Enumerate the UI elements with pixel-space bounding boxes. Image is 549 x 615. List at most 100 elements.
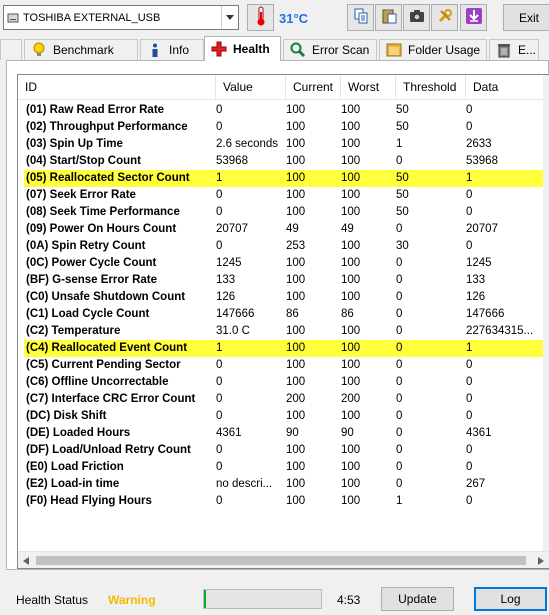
value-cell: 31.0 C <box>216 325 250 337</box>
worst-cell: 100 <box>341 478 361 490</box>
copy-button[interactable] <box>347 4 374 31</box>
tab-health[interactable]: Health <box>204 36 281 61</box>
attribute-id-cell: (C0) Unsafe Shutdown Count <box>26 291 186 303</box>
timer-readout: 4:53 <box>337 593 361 607</box>
threshold-cell: 0 <box>396 325 403 337</box>
value-cell: 126 <box>216 291 236 303</box>
table-row[interactable]: (BF) G-sense Error Rate 133 100 100 0 133 <box>24 272 549 289</box>
value-cell: 0 <box>216 461 223 473</box>
current-cell: 100 <box>286 155 306 167</box>
table-row[interactable]: (07) Seek Error Rate 0 100 100 50 0 <box>24 187 549 204</box>
attribute-id-cell: (01) Raw Read Error Rate <box>26 104 165 116</box>
tools-button[interactable] <box>431 4 458 31</box>
current-cell: 100 <box>286 342 306 354</box>
update-button[interactable]: Update <box>381 587 454 611</box>
horizontal-scrollbar[interactable] <box>18 551 549 568</box>
current-cell: 100 <box>286 325 306 337</box>
worst-cell: 200 <box>341 393 361 405</box>
current-cell: 100 <box>286 206 306 218</box>
info-icon <box>147 42 163 58</box>
table-row[interactable]: (E2) Load-in time no descri... 100 100 0 267 <box>24 476 549 493</box>
threshold-cell: 0 <box>396 427 403 439</box>
worst-cell: 49 <box>341 223 354 235</box>
data-cell: 4361 <box>466 427 492 439</box>
progress-bar <box>203 589 322 609</box>
value-cell: 0 <box>216 240 223 252</box>
tab-scroll-left[interactable] <box>0 39 22 60</box>
table-row[interactable]: (E0) Load Friction 0 100 100 0 0 <box>24 459 549 476</box>
table-row[interactable]: (05) Reallocated Sector Count 1 100 100 50 1 <box>24 170 549 187</box>
table-row[interactable]: (04) Start/Stop Count 53968 100 100 0 53968 <box>24 153 549 170</box>
scrollbar-thumb[interactable] <box>36 556 526 565</box>
table-row[interactable]: (C2) Temperature 31.0 C 100 100 0 227634315..… <box>24 323 549 340</box>
table-row[interactable]: (DE) Loaded Hours 4361 90 90 0 4361 <box>24 425 549 442</box>
data-cell: 0 <box>466 410 473 422</box>
value-cell: 0 <box>216 444 223 456</box>
tab-label: Info <box>169 43 190 57</box>
tab-erase[interactable]: E... <box>489 39 539 60</box>
thermometer-button[interactable] <box>247 4 274 31</box>
attribute-id-cell: (07) Seek Error Rate <box>26 189 136 201</box>
health-cross-icon <box>211 41 227 57</box>
scroll-left-icon[interactable] <box>20 555 32 566</box>
current-cell: 200 <box>286 393 306 405</box>
exit-button[interactable]: Exit <box>503 4 549 31</box>
data-cell: 0 <box>466 495 473 507</box>
tab-benchmark[interactable]: Benchmark <box>24 39 138 60</box>
table-row[interactable]: (02) Throughput Performance 0 100 100 50 0 <box>24 119 549 136</box>
worst-cell: 100 <box>341 461 361 473</box>
vertical-scrollbar[interactable] <box>543 75 549 553</box>
data-cell: 2633 <box>466 138 492 150</box>
column-header-value[interactable]: Value <box>216 75 286 100</box>
download-button[interactable] <box>460 4 487 31</box>
drive-select[interactable]: TOSHIBA EXTERNAL_USB <box>3 5 239 30</box>
tab-info[interactable]: Info <box>140 39 204 60</box>
current-cell: 100 <box>286 478 306 490</box>
tab-folder-usage[interactable]: Folder Usage <box>379 39 487 60</box>
table-row[interactable]: (0C) Power Cycle Count 1245 100 100 0 1245 <box>24 255 549 272</box>
value-cell: 1 <box>216 342 223 354</box>
table-row[interactable]: (01) Raw Read Error Rate 0 100 100 50 0 <box>24 102 549 119</box>
tab-error-scan[interactable]: Error Scan <box>283 39 377 60</box>
threshold-cell: 0 <box>396 359 403 371</box>
worst-cell: 100 <box>341 359 361 371</box>
table-row[interactable]: (C1) Load Cycle Count 147666 86 86 0 147666 <box>24 306 549 323</box>
column-header-data[interactable]: Data <box>466 75 546 100</box>
table-row[interactable]: (C6) Offline Uncorrectable 0 100 100 0 0 <box>24 374 549 391</box>
worst-cell: 100 <box>341 410 361 422</box>
table-row[interactable]: (08) Seek Time Performance 0 100 100 50 0 <box>24 204 549 221</box>
value-cell: 133 <box>216 274 236 286</box>
paste-button[interactable] <box>375 4 402 31</box>
table-row[interactable]: (DF) Load/Unload Retry Count 0 100 100 0 0 <box>24 442 549 459</box>
tools-icon <box>437 8 453 27</box>
log-button[interactable]: Log <box>474 587 547 611</box>
value-cell: 0 <box>216 189 223 201</box>
attribute-id-cell: (C5) Current Pending Sector <box>26 359 181 371</box>
data-cell: 147666 <box>466 308 505 320</box>
table-row[interactable]: (03) Spin Up Time 2.6 seconds 100 100 1 2633 <box>24 136 549 153</box>
data-cell: 0 <box>466 461 473 473</box>
table-row[interactable]: (C5) Current Pending Sector 0 100 100 0 0 <box>24 357 549 374</box>
column-header-id[interactable]: ID <box>18 75 216 100</box>
table-row[interactable]: (C0) Unsafe Shutdown Count 126 100 100 0 126 <box>24 289 549 306</box>
data-cell: 0 <box>466 376 473 388</box>
table-row[interactable]: (C7) Interface CRC Error Count 0 200 200 0 0 <box>24 391 549 408</box>
table-row[interactable]: (09) Power On Hours Count 20707 49 49 0 20707 <box>24 221 549 238</box>
column-header-current[interactable]: Current <box>286 75 341 100</box>
table-row[interactable]: (DC) Disk Shift 0 100 100 0 0 <box>24 408 549 425</box>
current-cell: 100 <box>286 189 306 201</box>
screenshot-button[interactable] <box>403 4 430 31</box>
column-header-worst[interactable]: Worst <box>341 75 396 100</box>
worst-cell: 100 <box>341 155 361 167</box>
table-row[interactable]: (F0) Head Flying Hours 0 100 100 1 0 <box>24 493 549 510</box>
scroll-right-icon[interactable] <box>535 555 547 566</box>
smart-table[interactable]: ID Value Current Worst Threshold Data S … <box>17 74 549 569</box>
attribute-id-cell: (02) Throughput Performance <box>26 121 188 133</box>
table-row[interactable]: (C4) Reallocated Event Count 1 100 100 0 1 <box>24 340 549 357</box>
current-cell: 100 <box>286 444 306 456</box>
data-cell: 133 <box>466 274 486 286</box>
column-header-threshold[interactable]: Threshold <box>396 75 466 100</box>
chevron-down-icon[interactable] <box>221 6 238 29</box>
table-row[interactable]: (0A) Spin Retry Count 0 253 100 30 0 <box>24 238 549 255</box>
current-cell: 253 <box>286 240 306 252</box>
